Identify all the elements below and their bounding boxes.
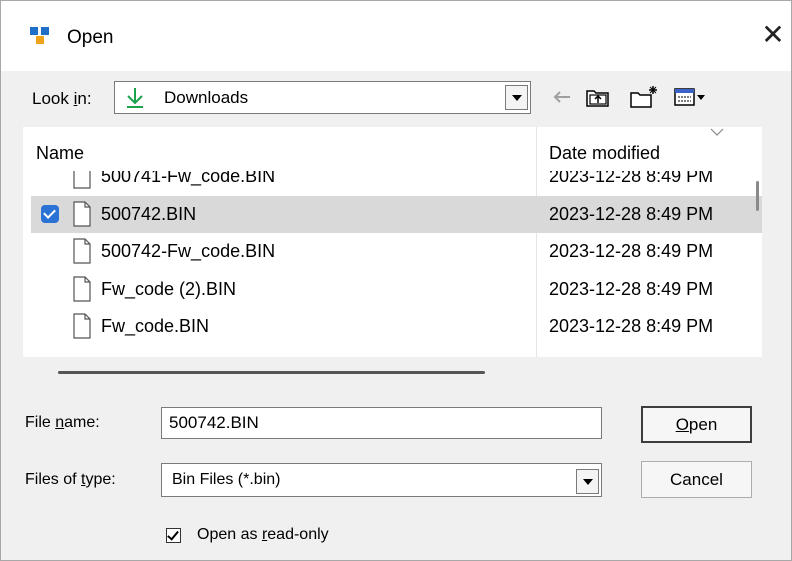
file-list[interactable]: Name Date modified 500741-Fw_code.BIN 20… [23,127,762,357]
look-in-value: Downloads [164,88,249,107]
list-item[interactable]: 500742.BIN 2023-12-28 8:49 PM [31,196,762,233]
vertical-scrollbar[interactable] [756,181,759,211]
chevron-down-icon[interactable] [576,469,599,494]
file-icon [73,238,91,264]
list-item[interactable]: Fw_code.BIN 2023-12-28 8:49 PM [31,308,762,345]
row-checkbox[interactable] [41,205,59,223]
horizontal-scrollbar[interactable] [58,371,485,374]
list-item[interactable]: Fw_code (2).BIN 2023-12-28 8:49 PM [31,271,762,308]
dialog-title: Open [67,27,114,48]
file-name: 500742.BIN [101,204,197,224]
file-name-field[interactable]: 500742.BIN [161,407,602,439]
open-button[interactable]: Open [641,406,752,443]
file-name: Fw_code (2).BIN [101,279,237,299]
file-icon [73,201,91,227]
file-name-label: File name: [25,414,100,431]
read-only-label: Open as read-only [197,526,329,543]
column-header-name[interactable]: Name [36,143,84,164]
file-name: 500742-Fw_code.BIN [101,241,276,261]
chevron-down-icon[interactable] [505,85,528,110]
file-date: 2023-12-28 8:49 PM [549,204,714,224]
file-type-value: Bin Files (*.bin) [172,471,281,488]
column-header-date-modified[interactable]: Date modified [549,143,660,164]
list-item[interactable]: 500741-Fw_code.BIN 2023-12-28 8:49 PM [31,171,762,195]
file-rows: 500741-Fw_code.BIN 2023-12-28 8:49 PM 50… [23,171,762,357]
file-date: 2023-12-28 8:49 PM [549,241,714,261]
cancel-button[interactable]: Cancel [641,461,752,498]
up-folder-icon[interactable] [584,85,612,109]
file-icon [73,276,91,302]
file-name: 500741-Fw_code.BIN [101,171,276,186]
read-only-checkbox[interactable] [166,528,181,543]
file-icon [73,313,91,339]
file-date: 2023-12-28 8:49 PM [549,279,714,299]
file-date: 2023-12-28 8:49 PM [549,171,714,186]
file-date: 2023-12-28 8:49 PM [549,316,714,336]
download-arrow-icon [127,88,143,108]
close-icon: ✕ [761,19,785,50]
open-dialog: Open ✕ Look in: Downloads Name Date modi… [0,0,792,561]
title-bar: Open ✕ [1,1,791,71]
new-folder-icon[interactable] [629,85,661,109]
app-icon [30,27,49,44]
close-button[interactable]: ✕ [755,17,791,53]
view-menu-icon[interactable] [673,85,707,109]
file-name: Fw_code.BIN [101,316,210,336]
sort-caret-icon [710,128,724,136]
list-item[interactable]: 500742-Fw_code.BIN 2023-12-28 8:49 PM [31,233,762,270]
back-arrow-icon[interactable] [550,85,574,109]
look-in-label: Look in: [32,89,92,108]
look-in-dropdown[interactable]: Downloads [114,81,531,114]
file-type-label: Files of type: [25,471,116,488]
file-type-dropdown[interactable]: Bin Files (*.bin) [161,463,602,497]
file-icon [73,171,91,189]
